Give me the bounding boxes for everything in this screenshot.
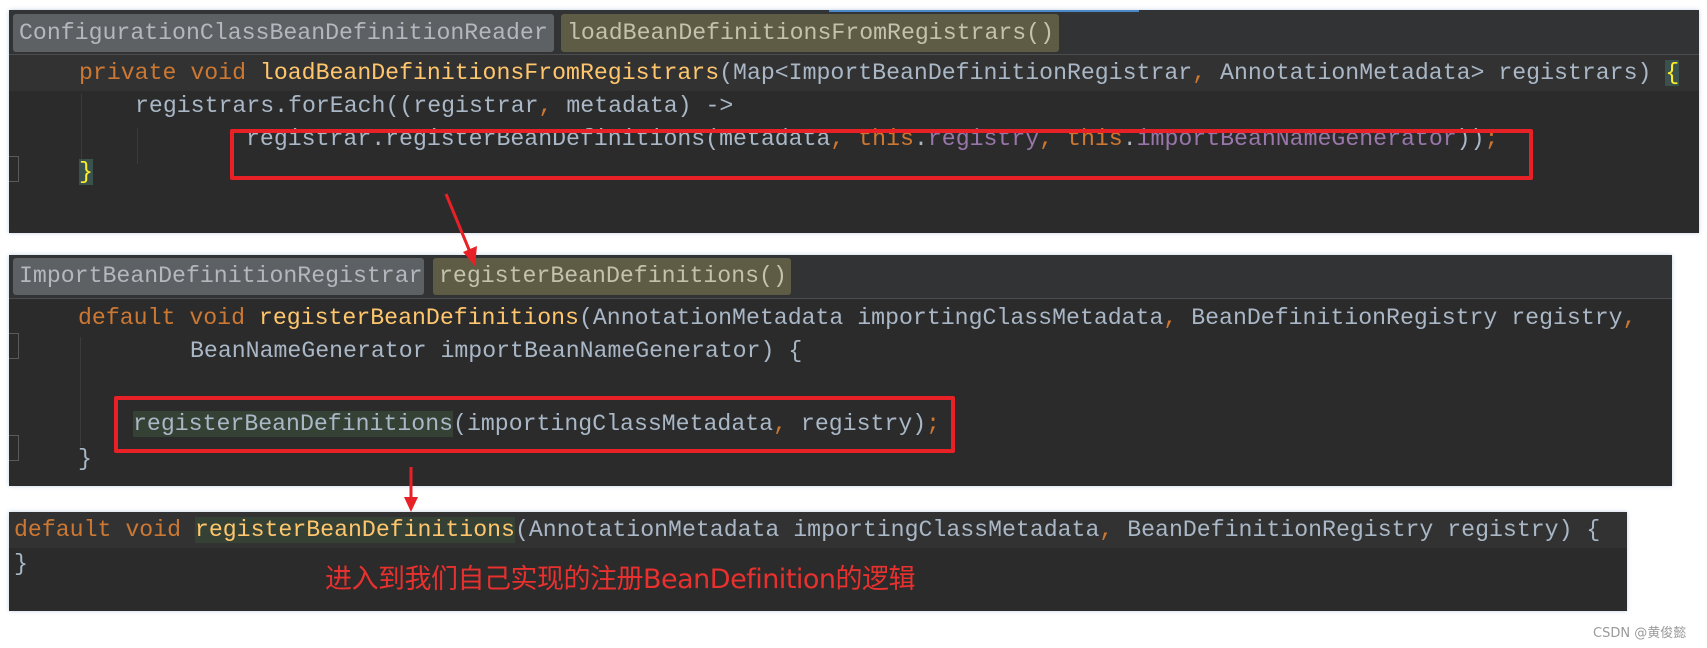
code-token: registerBeanDefinitions: [194, 517, 515, 543]
code-token: default: [78, 305, 176, 331]
code-token: (AnnotationMetadata importingClassMetada…: [514, 517, 1100, 543]
code-token: }: [79, 159, 93, 185]
code-token: {: [1665, 60, 1680, 86]
code-line[interactable]: BeanNameGenerator importBeanNameGenerato…: [9, 333, 1672, 369]
code-token: registrars.forEach((registrar: [135, 93, 539, 119]
breadcrumb-bar: ConfigurationClassBeanDefinitionReader l…: [9, 10, 1699, 55]
code-text: }: [14, 546, 28, 582]
breadcrumb-class[interactable]: ConfigurationClassBeanDefinitionReader: [13, 14, 554, 52]
code-token: ,: [538, 93, 553, 119]
code-token: ,: [1622, 305, 1637, 331]
code-token: registerBeanDefinitions: [258, 305, 579, 331]
code-token: loadBeanDefinitionsFromRegistrars: [259, 60, 720, 86]
breadcrumb-bar: ImportBeanDefinitionRegistrar registerBe…: [9, 255, 1672, 299]
code-token: void: [125, 517, 181, 543]
code-token: void: [189, 305, 245, 331]
breadcrumb-method[interactable]: registerBeanDefinitions(): [433, 258, 791, 295]
code-token: BeanDefinitionRegistry registry) {: [1113, 517, 1601, 543]
code-line[interactable]: private void loadBeanDefinitionsFromRegi…: [9, 55, 1699, 91]
code-token: private: [79, 60, 177, 86]
annotation-note: 进入到我们自己实现的注册BeanDefinition的逻辑: [325, 564, 916, 595]
code-token: ,: [1192, 60, 1207, 86]
code-token: ,: [1099, 517, 1114, 543]
code-token: metadata) ->: [552, 93, 734, 119]
highlight-box: [114, 396, 955, 453]
code-line[interactable]: default void registerBeanDefinitions(Ann…: [9, 512, 1627, 548]
code-token: }: [14, 551, 28, 577]
code-token: void: [190, 60, 246, 86]
code-panel-registrar: ImportBeanDefinitionRegistrar registerBe…: [9, 255, 1672, 486]
selection-indicator: [829, 10, 1139, 12]
code-text: }: [78, 441, 92, 477]
watermark: CSDN @黄俊懿: [1593, 626, 1687, 641]
breadcrumb-class[interactable]: ImportBeanDefinitionRegistrar: [13, 258, 424, 295]
highlight-box: [230, 129, 1533, 180]
code-token: ,: [1163, 305, 1178, 331]
code-token: BeanDefinitionRegistry registry: [1177, 305, 1623, 331]
code-line[interactable]: registrars.forEach((registrar, metadata)…: [9, 88, 1699, 124]
code-token: default: [14, 517, 112, 543]
code-text: }: [79, 154, 93, 190]
code-text: registrars.forEach((registrar, metadata)…: [135, 88, 733, 124]
breadcrumb-method[interactable]: loadBeanDefinitionsFromRegistrars(): [561, 14, 1059, 52]
code-token: (Map<ImportBeanDefinitionRegistrar: [719, 60, 1193, 86]
code-text: BeanNameGenerator importBeanNameGenerato…: [190, 333, 802, 369]
code-text: private void loadBeanDefinitionsFromRegi…: [79, 55, 1680, 91]
code-token: AnnotationMetadata> registrars): [1206, 60, 1666, 86]
code-text: default void registerBeanDefinitions(Ann…: [14, 512, 1600, 548]
code-text: default void registerBeanDefinitions(Ann…: [78, 300, 1637, 336]
code-panel-reader: ConfigurationClassBeanDefinitionReader l…: [9, 10, 1699, 233]
code-token: BeanNameGenerator importBeanNameGenerato…: [190, 338, 803, 364]
code-token: }: [78, 446, 92, 472]
code-token: (AnnotationMetadata importingClassMetada…: [578, 305, 1164, 331]
code-line[interactable]: default void registerBeanDefinitions(Ann…: [9, 300, 1672, 336]
